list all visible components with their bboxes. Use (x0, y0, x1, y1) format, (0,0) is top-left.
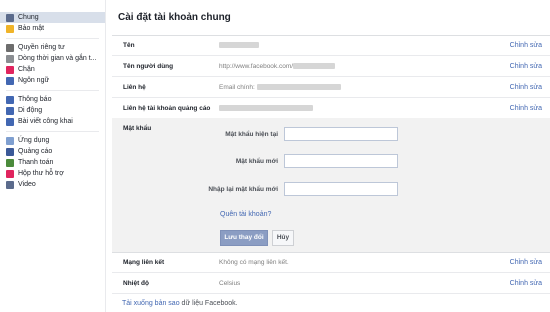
timeline-icon (6, 55, 14, 63)
password-section: Mật khẩu Mật khẩu hiện tại Mật khẩu mới … (112, 118, 550, 253)
username-label: Tên người dùng (123, 63, 174, 70)
apps-icon (6, 137, 14, 145)
username-row[interactable]: Tên người dùng http://www.facebook.com/ … (112, 57, 550, 77)
sidebar-divider (6, 90, 99, 91)
username-value: http://www.facebook.com/ (219, 63, 336, 70)
sidebar-item-label: Chung (18, 14, 39, 21)
sidebar-item-lock[interactable]: Bảo mật (0, 23, 105, 34)
name-value (219, 42, 259, 49)
networks-row[interactable]: Mạng liên kết Không có mạng liên kết. Ch… (112, 253, 550, 273)
sidebar-item-timeline[interactable]: Dòng thời gian và gắn t... (0, 53, 105, 64)
name-label: Tên (123, 42, 135, 49)
sidebar-item-block[interactable]: Chặn (0, 64, 105, 75)
retype-password-input[interactable] (284, 182, 398, 196)
language-icon (6, 77, 14, 85)
sidebar-item-ads[interactable]: Quảng cáo (0, 146, 105, 157)
edit-networks-link[interactable]: Chỉnh sửa (510, 259, 542, 266)
sidebar-item-label: Quyền riêng tư (18, 44, 65, 51)
ad-contact-row[interactable]: Liên hệ tài khoản quảng cáo Chỉnh sửa (112, 99, 550, 119)
edit-temperature-link[interactable]: Chỉnh sửa (510, 280, 542, 287)
sidebar-item-label: Video (18, 181, 36, 188)
contact-value: Email chính: (219, 84, 341, 91)
sidebar-item-label: Thanh toán (18, 159, 54, 166)
sidebar-item-label: Chặn (18, 66, 35, 73)
forgot-account-link[interactable]: Quên tài khoản? (220, 211, 271, 218)
sidebar-item-video[interactable]: Video (0, 179, 105, 190)
sidebar-item-label: Hộp thư hỗ trợ (18, 170, 64, 177)
video-icon (6, 181, 14, 189)
sidebar-item-label: Ứng dụng (18, 137, 50, 144)
lock-icon (6, 25, 14, 33)
password-label: Mật khẩu (123, 125, 152, 132)
privacy-lock-icon (6, 44, 14, 52)
download-copy-suffix: dữ liệu Facebook. (179, 300, 238, 307)
sidebar-item-label: Bảo mật (18, 25, 45, 32)
payment-icon (6, 159, 14, 167)
sidebar-item-gear[interactable]: Chung (0, 12, 105, 23)
edit-contact-link[interactable]: Chỉnh sửa (510, 84, 542, 91)
networks-label: Mạng liên kết (123, 259, 165, 266)
sidebar-item-label: Thông báo (18, 96, 52, 103)
ad-contact-value (219, 105, 313, 112)
new-password-input[interactable] (284, 154, 398, 168)
download-copy-text: Tải xuống bản sao dữ liệu Facebook. (122, 300, 238, 307)
retype-password-label: Nhập lại mật khẩu mới (208, 186, 278, 193)
rss-icon (6, 118, 14, 126)
download-copy-link[interactable]: Tải xuống bản sao (122, 300, 180, 307)
block-icon (6, 66, 14, 74)
sidebar-item-label: Ngôn ngữ (18, 77, 50, 84)
page-title: Cài đặt tài khoản chung (118, 12, 231, 23)
edit-username-link[interactable]: Chỉnh sửa (510, 63, 542, 70)
sidebar-divider (6, 131, 99, 132)
support-icon (6, 170, 14, 178)
current-password-label: Mật khẩu hiện tại (225, 131, 278, 138)
sidebar-item-language[interactable]: Ngôn ngữ (0, 75, 105, 86)
mobile-icon (6, 107, 14, 115)
sidebar-item-payment[interactable]: Thanh toán (0, 157, 105, 168)
ad-contact-label: Liên hệ tài khoản quảng cáo (123, 105, 211, 112)
sidebar-item-globe[interactable]: Thông báo (0, 94, 105, 105)
temperature-value: Celsius (219, 280, 241, 287)
temperature-row[interactable]: Nhiệt độ Celsius Chỉnh sửa (112, 274, 550, 294)
name-row[interactable]: Tên Chỉnh sửa (112, 36, 550, 56)
sidebar-item-label: Di động (18, 107, 43, 114)
contact-row[interactable]: Liên hệ Email chính: Chỉnh sửa (112, 78, 550, 98)
settings-sidebar: Chung Bảo mật Quyền riêng tư Dòng thời gian… (0, 0, 106, 312)
sidebar-item-privacy-lock[interactable]: Quyền riêng tư (0, 42, 105, 53)
networks-value: Không có mạng liên kết. (219, 259, 289, 266)
new-password-label: Mật khẩu mới (235, 158, 278, 165)
temperature-label: Nhiệt độ (123, 280, 149, 287)
cancel-button[interactable]: Hủy (272, 230, 294, 246)
sidebar-divider (6, 38, 99, 39)
save-changes-button[interactable]: Lưu thay đổi (220, 230, 268, 246)
sidebar-item-label: Bài viết công khai (18, 118, 73, 125)
current-password-input[interactable] (284, 127, 398, 141)
sidebar-item-label: Dòng thời gian và gắn t... (18, 55, 97, 62)
edit-ad-contact-link[interactable]: Chỉnh sửa (510, 105, 542, 112)
sidebar-item-rss[interactable]: Bài viết công khai (0, 116, 105, 127)
contact-label: Liên hệ (123, 84, 146, 91)
sidebar-item-support[interactable]: Hộp thư hỗ trợ (0, 168, 105, 179)
ads-icon (6, 148, 14, 156)
globe-icon (6, 96, 14, 104)
sidebar-item-label: Quảng cáo (18, 148, 53, 155)
sidebar-item-mobile[interactable]: Di động (0, 105, 105, 116)
gear-icon (6, 14, 14, 22)
edit-name-link[interactable]: Chỉnh sửa (510, 42, 542, 49)
sidebar-item-apps[interactable]: Ứng dụng (0, 135, 105, 146)
